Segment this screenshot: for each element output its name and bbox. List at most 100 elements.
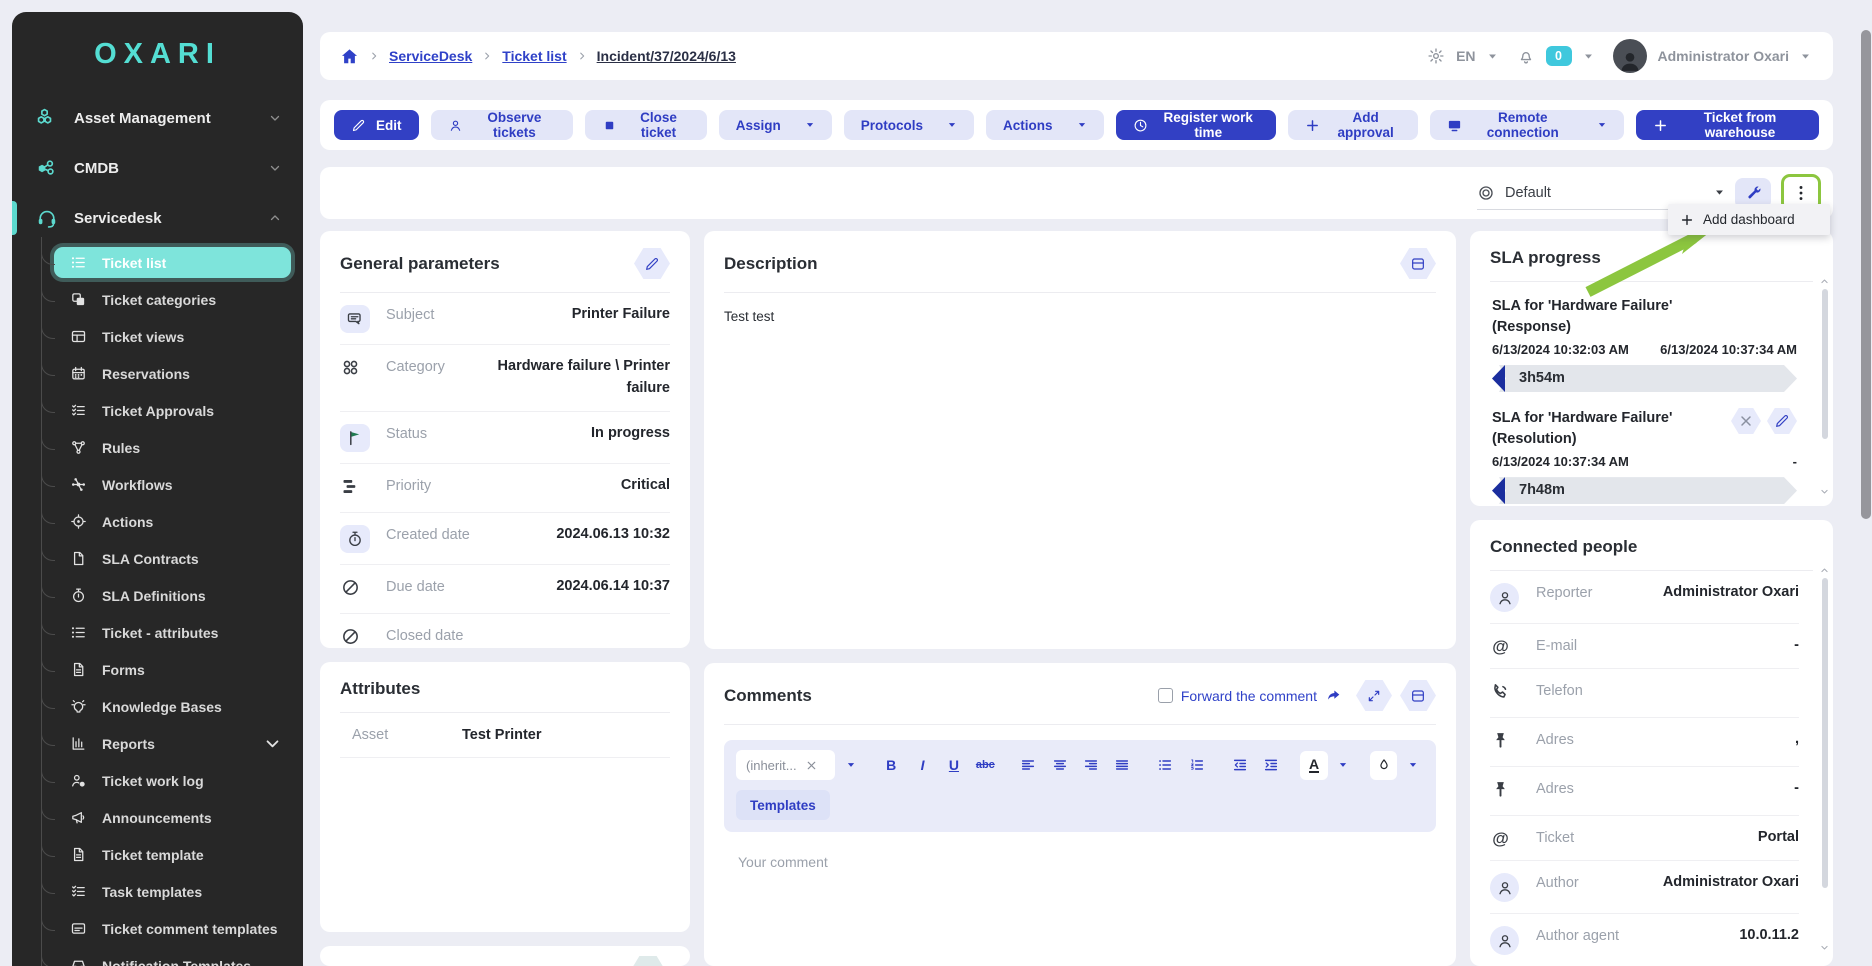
home-icon[interactable] xyxy=(340,47,359,66)
alignC-icon xyxy=(1052,757,1068,773)
person-value: , xyxy=(1644,729,1799,751)
person-o-icon xyxy=(448,118,463,133)
sla-edit-button[interactable] xyxy=(1767,408,1797,434)
align-center-button[interactable] xyxy=(1046,751,1073,780)
notification-bell-icon[interactable] xyxy=(1517,47,1535,65)
sidebar-item-workflows[interactable]: Workflows xyxy=(54,469,291,500)
notification-caret-icon[interactable] xyxy=(1583,51,1594,62)
edit-parameters-button[interactable] xyxy=(634,248,670,279)
toolbar-button-assign[interactable]: Assign xyxy=(719,110,832,140)
sla-progress-panel: SLA progress SLA for 'Hardware Failure' … xyxy=(1470,231,1833,506)
toolbar-button-add-approval[interactable]: Add approval xyxy=(1288,110,1418,140)
sidebar-item-label: Ticket work log xyxy=(102,773,204,789)
sidebar-item-notification-templates[interactable]: Notification Templates xyxy=(54,950,291,966)
align-left-button[interactable] xyxy=(1015,751,1042,780)
panel-scroll-up[interactable] xyxy=(1820,277,1829,286)
sidebar-item-rules[interactable]: Rules xyxy=(54,432,291,463)
strikethrough-button[interactable]: abc xyxy=(972,751,999,780)
highlight-color-caret[interactable] xyxy=(1401,751,1424,780)
breadcrumb-link-servicedesk[interactable]: ServiceDesk xyxy=(389,48,472,64)
language-caret-icon[interactable] xyxy=(1487,51,1498,62)
sidebar-section-servicedesk[interactable]: Servicedesk xyxy=(12,193,303,243)
sidebar-item-reports[interactable]: Reports xyxy=(54,728,291,759)
sla-entry-title: SLA for 'Hardware Failure' (Resolution) xyxy=(1492,408,1712,450)
add-dashboard-menu-item[interactable]: Add dashboard xyxy=(1668,204,1830,235)
file-lines-icon xyxy=(70,661,87,678)
forward-comment-checkbox[interactable] xyxy=(1158,688,1173,703)
alignJ-icon xyxy=(1114,757,1130,773)
sidebar-item-sla-definitions[interactable]: SLA Definitions xyxy=(54,580,291,611)
sidebar-item-label: Reservations xyxy=(102,366,190,382)
indent-button[interactable] xyxy=(1257,751,1284,780)
font-color-button[interactable]: A xyxy=(1300,751,1327,780)
font-color-caret[interactable] xyxy=(1332,751,1355,780)
sidebar-item-announcements[interactable]: Announcements xyxy=(54,802,291,833)
clear-font-icon[interactable] xyxy=(805,759,818,772)
settings-gear-icon[interactable] xyxy=(1427,47,1445,65)
sidebar-item-ticket-attributes[interactable]: Ticket - attributes xyxy=(54,617,291,648)
panel-scroll-down[interactable] xyxy=(1820,943,1829,952)
user-menu-caret-icon[interactable] xyxy=(1800,51,1811,62)
panel-scroll-down[interactable] xyxy=(1820,487,1829,496)
breadcrumb-link-ticket-list[interactable]: Ticket list xyxy=(502,48,566,64)
sidebar-item-ticket-views[interactable]: Ticket views xyxy=(54,321,291,352)
comment-input[interactable]: Your comment xyxy=(724,842,1436,966)
panel-scroll-up[interactable] xyxy=(1820,566,1829,575)
person-value: Administrator Oxari xyxy=(1644,872,1799,894)
font-family-caret[interactable] xyxy=(839,751,862,780)
highlight-color-button[interactable] xyxy=(1370,751,1397,780)
alignL-icon xyxy=(1020,757,1036,773)
numbered-list-button[interactable] xyxy=(1183,751,1210,780)
language-selector[interactable]: EN xyxy=(1456,48,1475,64)
sidebar-item-actions[interactable]: Actions xyxy=(54,506,291,537)
breadcrumb-bar: ServiceDesk Ticket list Incident/37/2024… xyxy=(320,32,1833,80)
sla-remove-button[interactable] xyxy=(1731,408,1761,434)
sidebar-item-ticket-template[interactable]: Ticket template xyxy=(54,839,291,870)
toolbar-button-protocols[interactable]: Protocols xyxy=(844,110,974,140)
sidebar-item-knowledge-bases[interactable]: Knowledge Bases xyxy=(54,691,291,722)
outdent-button[interactable] xyxy=(1226,751,1253,780)
sidebar-item-forms[interactable]: Forms xyxy=(54,654,291,685)
general-parameters-panel: General parameters Subject Printer Failu… xyxy=(320,231,690,648)
bold-button[interactable]: B xyxy=(877,751,904,780)
sidebar-item-reservations[interactable]: Reservations xyxy=(54,358,291,389)
panel-toggle-button[interactable] xyxy=(630,956,666,966)
collapse-panel-button[interactable] xyxy=(1400,248,1436,279)
sidebar-item-ticket-work-log[interactable]: Ticket work log xyxy=(54,765,291,796)
person-label: Reporter xyxy=(1536,582,1644,604)
toolbar-button-edit[interactable]: Edit xyxy=(334,110,419,140)
page-scrollbar-thumb[interactable] xyxy=(1861,30,1871,519)
sidebar-section-cmdb[interactable]: CMDB xyxy=(12,143,303,193)
sidebar-item-task-templates[interactable]: Task templates xyxy=(54,876,291,907)
sidebar-item-label: Knowledge Bases xyxy=(102,699,222,715)
panel-scrollbar-thumb[interactable] xyxy=(1822,289,1828,439)
align-right-button[interactable] xyxy=(1077,751,1104,780)
sidebar-item-ticket-comment-templates[interactable]: Ticket comment templates xyxy=(54,913,291,944)
headset-icon xyxy=(36,207,58,229)
user-avatar[interactable] xyxy=(1613,39,1647,73)
sidebar-item-ticket-approvals[interactable]: Ticket Approvals xyxy=(54,395,291,426)
italic-button[interactable]: I xyxy=(909,751,936,780)
panel-scrollbar-thumb[interactable] xyxy=(1822,578,1828,888)
toolbar-button-observe-tickets[interactable]: Observe tickets xyxy=(431,110,574,140)
expand-comments-button[interactable] xyxy=(1356,680,1392,711)
sidebar-item-ticket-list[interactable]: Ticket list xyxy=(54,247,291,278)
sidebar-item-ticket-categories[interactable]: Ticket categories xyxy=(54,284,291,315)
align-justify-button[interactable] xyxy=(1109,751,1136,780)
toolbar-button-remote-connection[interactable]: Remote connection xyxy=(1430,110,1624,140)
collapse-panel-button[interactable] xyxy=(1400,680,1436,711)
toolbar-button-close-ticket[interactable]: Close ticket xyxy=(585,110,706,140)
forward-comment-label[interactable]: Forward the comment xyxy=(1181,688,1317,704)
underline-button[interactable]: U xyxy=(940,751,967,780)
sidebar-section-asset-management[interactable]: Asset Management xyxy=(12,93,303,143)
bullet-list-button[interactable] xyxy=(1152,751,1179,780)
font-family-field[interactable]: (inherit... xyxy=(736,750,835,780)
chart-icon xyxy=(70,735,87,752)
sla-entry: SLA for 'Hardware Failure' (Response) 6/… xyxy=(1492,296,1797,392)
toolbar-button-actions[interactable]: Actions xyxy=(986,110,1104,140)
toolbar-button-register-work-time[interactable]: Register work time xyxy=(1116,110,1276,140)
toolbar-button-ticket-from-warehouse[interactable]: Ticket from warehouse xyxy=(1636,110,1819,140)
attribute-row: Asset Test Printer xyxy=(340,713,670,758)
templates-button[interactable]: Templates xyxy=(736,790,830,820)
sidebar-item-sla-contracts[interactable]: SLA Contracts xyxy=(54,543,291,574)
